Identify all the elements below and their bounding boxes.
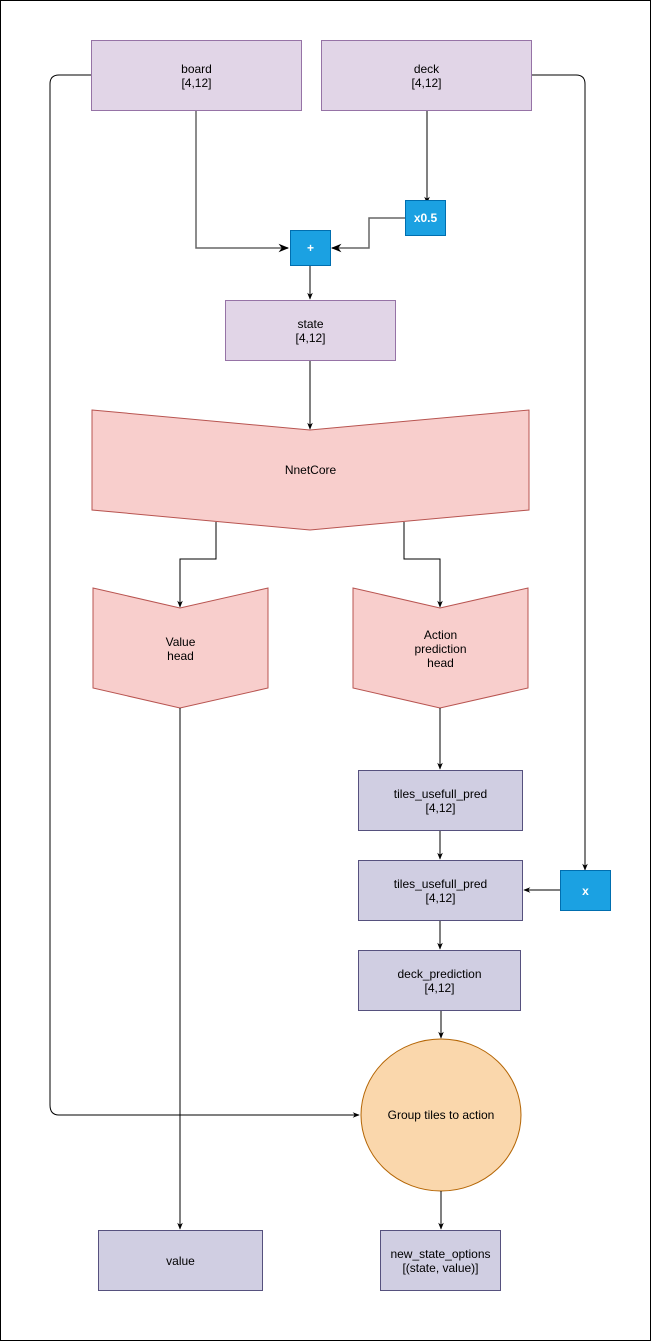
board-shape: [4,12] [181,75,212,90]
deck-shape: [4,12] [411,75,442,90]
state-shape: [4,12] [295,330,326,345]
tiles-usefull-pred-1-title: tiles_usefull_pred [393,786,488,801]
value-label: value [166,1253,195,1268]
deck-node[interactable]: deck [4,12] [321,40,532,111]
scale-label: x0.5 [413,211,438,225]
multiply-node[interactable]: x [560,870,611,911]
tiles-usefull-pred-2-title: tiles_usefull_pred [393,876,488,891]
tiles-usefull-pred-1-shape: [4,12] [425,800,456,815]
deck-prediction-shape: [4,12] [424,980,455,995]
group-label[interactable]: Group tiles to action [361,1108,521,1122]
edge-board-to-add [195,111,290,253]
new-state-options-shape: [(state, value)] [402,1260,479,1275]
value-head-label[interactable]: Value head [93,635,268,663]
tiles-usefull-pred-2-node[interactable]: tiles_usefull_pred [4,12] [358,860,523,921]
edge-scale-to-add [330,217,405,253]
edge-core-to-action-head [403,522,443,608]
nnetcore-label[interactable]: NnetCore [92,463,529,477]
new-state-options-title: new_state_options [390,1246,491,1261]
new-state-options-node[interactable]: new_state_options [(state, value)] [380,1230,501,1291]
board-node[interactable]: board [4,12] [91,40,302,111]
state-node[interactable]: state [4,12] [225,300,396,361]
add-label: + [306,241,314,255]
action-head-label[interactable]: Action prediction head [353,628,528,670]
tiles-usefull-pred-2-shape: [4,12] [425,890,456,905]
add-node[interactable]: + [290,230,331,266]
edge-deck-to-multiply [531,74,588,871]
value-node[interactable]: value [98,1230,263,1291]
state-title: state [297,316,324,331]
deck-prediction-title: deck_prediction [397,966,482,981]
deck-title: deck [413,61,440,76]
edge-core-to-value-head [177,522,217,608]
scale-node[interactable]: x0.5 [405,200,446,236]
diagram-svg [49,74,588,1230]
deck-prediction-node[interactable]: deck_prediction [4,12] [358,950,521,1011]
board-title: board [181,61,212,76]
multiply-label: x [582,883,589,898]
tiles-usefull-pred-1-node[interactable]: tiles_usefull_pred [4,12] [358,770,523,831]
